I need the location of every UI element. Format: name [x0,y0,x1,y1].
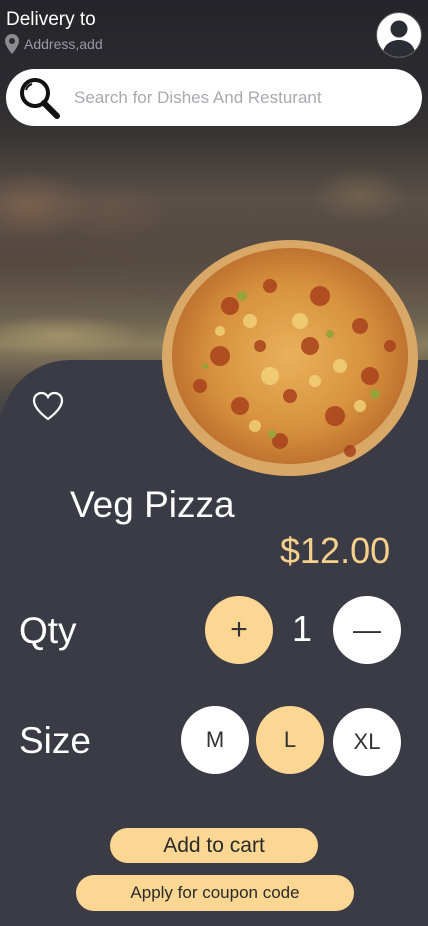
size-option-xl[interactable]: XL [333,708,401,776]
product-name: Veg Pizza [70,484,235,525]
quantity-value: 1 [292,608,313,649]
size-option-l[interactable]: L [256,706,324,774]
delivery-address[interactable]: Address,add [4,33,103,55]
apply-coupon-button[interactable]: Apply for coupon code [76,875,354,911]
search-bar[interactable] [6,69,422,126]
map-pin-icon [5,34,19,54]
add-to-cart-button[interactable]: Add to cart [110,828,318,863]
favorite-heart-icon[interactable] [31,390,65,422]
address-text: Address,add [24,36,103,52]
size-label: Size [19,720,91,761]
product-price: $12.00 [280,530,391,571]
size-option-m[interactable]: M [181,706,249,774]
search-icon[interactable] [16,75,62,121]
search-input[interactable] [72,79,406,117]
profile-avatar[interactable] [376,12,422,58]
quantity-increment-button[interactable]: + [205,596,273,664]
quantity-decrement-button[interactable]: — [333,596,401,664]
user-avatar-icon [382,20,416,57]
quantity-label: Qty [19,610,77,651]
product-detail-screen: Delivery to Address,add Search for Dishe… [0,0,428,926]
pizza-image [162,240,418,476]
delivery-title: Delivery to [6,9,96,30]
